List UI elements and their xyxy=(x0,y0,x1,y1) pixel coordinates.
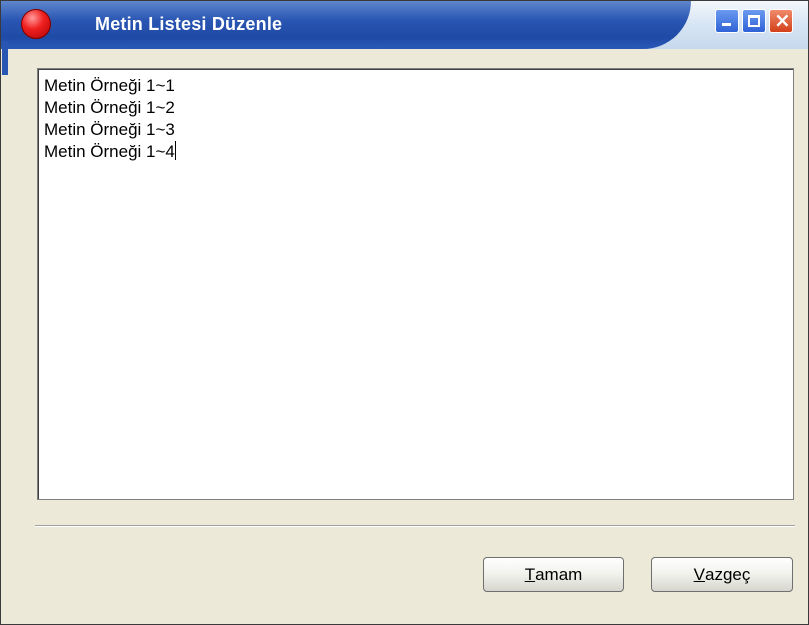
text-caret xyxy=(174,141,176,160)
close-icon: × xyxy=(774,8,791,32)
window-title: Metin Listesi Düzenle xyxy=(95,14,283,34)
ok-button-label: amam xyxy=(535,564,583,584)
minimize-icon xyxy=(722,23,731,26)
text-line-current: Metin Örneği 1~4 xyxy=(44,141,787,163)
frame-accent xyxy=(2,41,8,75)
cancel-button[interactable]: Vazgeç xyxy=(651,557,793,592)
maximize-icon xyxy=(748,15,760,27)
minimize-button[interactable] xyxy=(715,9,739,33)
title-bar[interactable]: Metin Listesi Düzenle × xyxy=(1,1,808,49)
text-line: Metin Örneği 1~1 xyxy=(44,76,175,95)
separator xyxy=(35,525,795,527)
text-line: Metin Örneği 1~3 xyxy=(44,120,175,139)
text-line-value: Metin Örneği 1~4 xyxy=(44,142,175,161)
ok-button-mnemonic: T xyxy=(524,564,536,584)
text-line: Metin Örneği 1~2 xyxy=(44,98,175,117)
cancel-button-mnemonic: V xyxy=(693,564,705,584)
close-button[interactable]: × xyxy=(769,8,793,33)
text-list-editor[interactable]: Metin Örneği 1~1 Metin Örneği 1~2 Metin … xyxy=(37,68,794,500)
ok-button[interactable]: Tamam xyxy=(483,557,624,592)
app-icon xyxy=(21,9,51,39)
dialog-window: Metin Listesi Düzenle × Metin Örneği 1~1… xyxy=(0,0,809,625)
cancel-button-label: azgeç xyxy=(704,564,751,584)
maximize-button[interactable] xyxy=(742,9,766,33)
